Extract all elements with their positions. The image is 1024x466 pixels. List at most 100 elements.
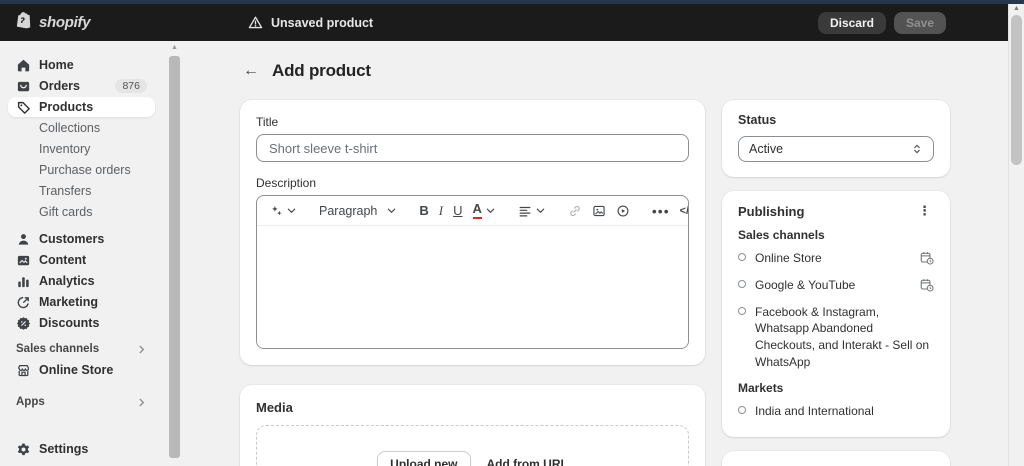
page-title: Add product xyxy=(272,61,371,80)
side-panel: Status Active Publishing ⋮ Sales channel… xyxy=(722,100,950,466)
sidebar-item-products[interactable]: Products xyxy=(8,97,155,117)
sidebar-item-label: Content xyxy=(39,253,87,267)
sidebar-item-collections[interactable]: Collections xyxy=(8,118,155,138)
browser-scrollbar-thumb[interactable] xyxy=(1011,15,1022,165)
chevron-right-icon xyxy=(136,344,147,355)
orders-icon xyxy=(16,79,31,94)
sidebar-header-apps[interactable]: Apps xyxy=(8,393,155,411)
image-icon xyxy=(592,204,606,218)
channel-row: Online Store xyxy=(738,246,934,273)
sales-channels-label: Sales channels xyxy=(738,228,825,242)
description-editor: Paragraph B I U A ••• </ xyxy=(256,195,689,349)
text-color-button[interactable]: A xyxy=(468,199,501,221)
select-updown-icon xyxy=(911,143,923,155)
chevron-down-icon xyxy=(286,205,297,216)
shopify-admin-add-product: ▲ shopify Unsaved product Discard Save H… xyxy=(0,0,1024,466)
sidebar-item-analytics[interactable]: Analytics xyxy=(8,271,155,291)
sidebar-item-transfers[interactable]: Transfers xyxy=(8,181,155,201)
schedule-calendar-icon[interactable] xyxy=(920,278,934,297)
analytics-icon xyxy=(16,274,31,289)
store-icon xyxy=(16,363,31,378)
status-label: Status xyxy=(738,113,777,127)
bold-button[interactable]: B xyxy=(414,200,433,221)
title-description-card: Title Description Paragraph B I xyxy=(240,100,705,365)
upload-new-button[interactable]: Upload new xyxy=(377,451,471,466)
customers-icon xyxy=(16,232,31,247)
insert-link-button[interactable] xyxy=(563,201,587,221)
home-icon xyxy=(16,58,31,73)
status-value: Active xyxy=(749,142,784,156)
marketing-icon xyxy=(16,295,31,310)
sidebar-item-label: Marketing xyxy=(39,295,99,309)
schedule-calendar-icon[interactable] xyxy=(920,251,934,270)
sidebar-item-label: Transfers xyxy=(39,184,92,198)
window-top-strip xyxy=(0,0,1024,4)
shopify-logo[interactable]: shopify xyxy=(14,10,91,35)
scrollbar-up-arrow-icon[interactable]: ▲ xyxy=(171,44,178,51)
discard-button[interactable]: Discard xyxy=(817,11,886,34)
paragraph-style-dropdown[interactable]: Paragraph xyxy=(314,201,402,221)
media-dropzone[interactable]: Upload new Add from URL Accepts images, … xyxy=(256,425,689,466)
sidebar-item-home[interactable]: Home xyxy=(8,55,155,75)
sidebar-header-sales-channels[interactable]: Sales channels xyxy=(8,340,155,358)
more-formatting-button[interactable]: ••• xyxy=(647,200,675,222)
sidebar-item-label: Inventory xyxy=(39,142,91,156)
back-arrow-icon[interactable]: ← xyxy=(243,63,259,79)
alignment-dropdown[interactable] xyxy=(513,201,551,221)
channel-label: Facebook & Instagram, Whatsapp Abandoned… xyxy=(755,304,930,369)
sidebar-item-label: Settings xyxy=(39,442,89,456)
sidebar-item-label: Home xyxy=(39,58,74,72)
scrollbar-up-arrow-icon[interactable]: ▲ xyxy=(1013,5,1020,12)
ai-magic-button[interactable] xyxy=(265,201,302,220)
publishing-card: Publishing ⋮ Sales channels Online Store… xyxy=(722,191,950,437)
sidebar-item-online-store[interactable]: Online Store xyxy=(8,360,155,380)
title-input[interactable] xyxy=(256,134,689,162)
topbar: shopify Unsaved product Discard Save xyxy=(0,4,1008,41)
play-circle-icon xyxy=(616,204,630,218)
apps-header-label: Apps xyxy=(16,396,45,408)
unsaved-label: Unsaved product xyxy=(271,15,374,30)
sidebar-scrollbar-thumb[interactable] xyxy=(169,56,180,458)
sidebar-item-label: Gift cards xyxy=(39,205,93,219)
description-textarea[interactable] xyxy=(257,226,688,348)
status-select[interactable]: Active xyxy=(738,136,934,162)
sidebar-item-settings[interactable]: Settings xyxy=(8,439,155,459)
sidebar-item-gift-cards[interactable]: Gift cards xyxy=(8,202,155,222)
shopify-wordmark: shopify xyxy=(39,14,91,31)
channel-label: India and International xyxy=(755,403,874,418)
sidebar-scrollbar[interactable]: ▲ xyxy=(169,44,180,466)
status-card: Status Active xyxy=(722,100,950,177)
chevron-down-icon xyxy=(535,205,546,216)
add-from-url-button[interactable]: Add from URL xyxy=(487,457,568,466)
content-icon xyxy=(16,253,31,268)
sidebar-item-orders[interactable]: Orders 876 xyxy=(8,76,155,96)
browser-scrollbar[interactable]: ▲ xyxy=(1008,0,1024,466)
chevron-down-icon xyxy=(386,205,397,216)
gear-icon xyxy=(16,442,31,457)
sidebar-item-inventory[interactable]: Inventory xyxy=(8,139,155,159)
sidebar-item-marketing[interactable]: Marketing xyxy=(8,292,155,312)
sidebar-item-customers[interactable]: Customers xyxy=(8,229,155,249)
topbar-actions: Discard Save xyxy=(817,11,946,34)
underline-button[interactable]: U xyxy=(448,200,467,221)
sales-channels-header-label: Sales channels xyxy=(16,343,100,355)
dots-vertical-icon[interactable]: ⋮ xyxy=(915,204,934,217)
insert-image-button[interactable] xyxy=(587,201,611,221)
channel-row: India and International xyxy=(738,399,934,423)
save-button[interactable]: Save xyxy=(893,11,946,34)
sidebar-item-discounts[interactable]: Discounts xyxy=(8,313,155,333)
insert-video-button[interactable] xyxy=(611,201,635,221)
sidebar-sales-channel-items: Online Store xyxy=(0,360,163,380)
sidebar-item-label: Discounts xyxy=(39,316,100,330)
align-left-icon xyxy=(518,204,532,218)
italic-button[interactable]: I xyxy=(434,200,448,222)
sidebar-item-content[interactable]: Content xyxy=(8,250,155,270)
shopify-bag-icon xyxy=(14,10,34,35)
sidebar-item-purchase-orders[interactable]: Purchase orders xyxy=(8,160,155,180)
title-label: Title xyxy=(256,115,279,129)
channel-row: Google & YouTube xyxy=(738,273,934,300)
show-html-button[interactable]: </> xyxy=(675,202,688,220)
